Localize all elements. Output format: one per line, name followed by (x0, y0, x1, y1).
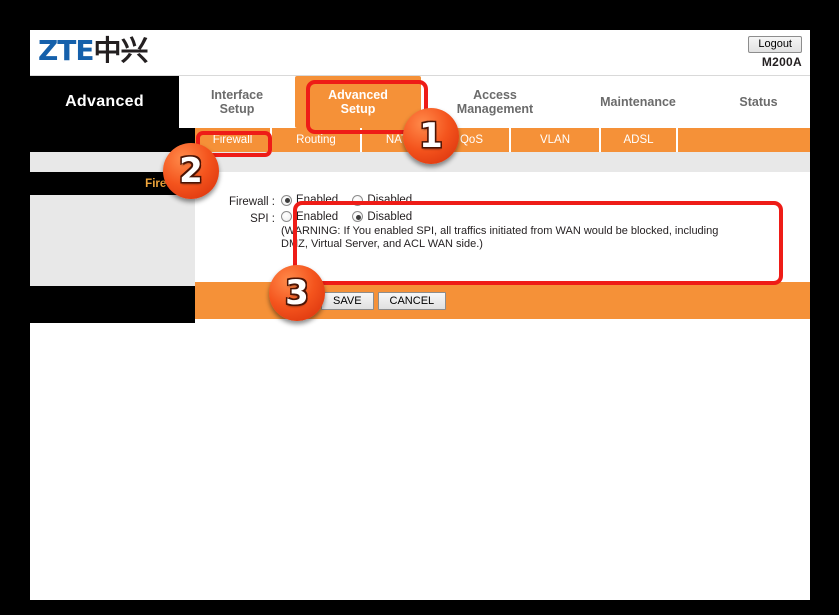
spi-warning-line-1: (WARNING: If You enabled SPI, all traffi… (281, 225, 719, 237)
firewall-label: Firewall : (228, 196, 275, 208)
spi-enabled-option[interactable]: Enabled (281, 211, 338, 223)
section-title: Advanced (30, 76, 179, 128)
subtab-adsl[interactable]: ADSL (601, 128, 678, 152)
subtab-firewall[interactable]: Firewall (195, 128, 272, 152)
subtab-qos[interactable]: QoS (434, 128, 511, 152)
spi-warning-line-2: DMZ, Virtual Server, and ACL WAN side.) (281, 238, 483, 250)
firewall-setting-row: Firewall : Enabled Disabled (207, 194, 795, 209)
firewall-radio-group: Enabled Disabled (281, 194, 423, 209)
tab-status[interactable]: Status (707, 76, 810, 128)
tab-maintenance[interactable]: Maintenance (569, 76, 707, 128)
spi-block: Enabled Disabled (WARNING: If You enable… (281, 211, 718, 252)
main-content: Firewall : Enabled Disabled SPI : Enable… (195, 172, 810, 323)
logo-latin-text: ZTE (38, 34, 95, 67)
radio-icon[interactable] (352, 211, 364, 222)
main-tabs: Interface Setup Advanced Setup Access Ma… (179, 76, 810, 128)
spi-enabled-label: Enabled (296, 210, 339, 223)
tab-advanced-setup[interactable]: Advanced Setup (295, 76, 421, 128)
spi-radio-group: Enabled Disabled (281, 211, 718, 226)
subtab-filler (678, 128, 810, 152)
sidebar: Firewall (30, 172, 195, 323)
logout-area: Logout M200A (748, 34, 802, 69)
tab-access-management[interactable]: Access Management (421, 76, 569, 128)
zte-logo: ZTE中兴 (38, 34, 149, 67)
sidebar-heading: Firewall (30, 172, 195, 195)
spi-disabled-option[interactable]: Disabled (352, 211, 412, 223)
subtab-nat[interactable]: NAT (362, 128, 434, 152)
firewall-disabled-option[interactable]: Disabled (352, 194, 412, 206)
model-number: M200A (761, 55, 802, 69)
spi-label: SPI : (250, 212, 275, 225)
firewall-form: Firewall : Enabled Disabled SPI : Enable… (207, 184, 795, 282)
spi-warning-text: (WARNING: If You enabled SPI, all traffi… (281, 225, 718, 251)
radio-icon[interactable] (352, 194, 364, 206)
content-row: Firewall Firewall : Enabled Disabled SPI… (30, 172, 810, 323)
sub-nav-row: Firewall Routing NAT QoS VLAN ADSL (30, 128, 810, 152)
save-button[interactable]: SAVE (321, 291, 374, 310)
sub-nav-spacer (30, 128, 195, 152)
subtab-routing[interactable]: Routing (272, 128, 362, 152)
firewall-enabled-label: Enabled (296, 194, 339, 206)
divider-strip (30, 152, 810, 172)
sidebar-body (30, 195, 195, 286)
sidebar-footer (30, 286, 195, 323)
logout-button[interactable]: Logout (748, 36, 802, 53)
cancel-button[interactable]: CANCEL (377, 291, 447, 310)
router-admin-page: ZTE中兴 Logout M200A Advanced Interface Se… (30, 30, 810, 600)
tab-interface-setup[interactable]: Interface Setup (179, 76, 295, 128)
logo-cjk-text: 中兴 (93, 34, 149, 67)
firewall-disabled-label: Disabled (367, 194, 413, 206)
spi-disabled-label: Disabled (367, 210, 413, 223)
spi-setting-row: SPI : Enabled Disabled (WARNING: If You … (207, 211, 795, 252)
sub-tabs: Firewall Routing NAT QoS VLAN ADSL (195, 128, 810, 152)
firewall-enabled-option[interactable]: Enabled (281, 194, 338, 206)
brand-bar: ZTE中兴 Logout M200A (30, 30, 810, 76)
subtab-vlan[interactable]: VLAN (511, 128, 601, 152)
main-nav-row: Advanced Interface Setup Advanced Setup … (30, 76, 810, 128)
radio-icon[interactable] (281, 194, 292, 206)
radio-icon[interactable] (281, 211, 292, 222)
action-toolbar: SAVE CANCEL (195, 282, 810, 319)
